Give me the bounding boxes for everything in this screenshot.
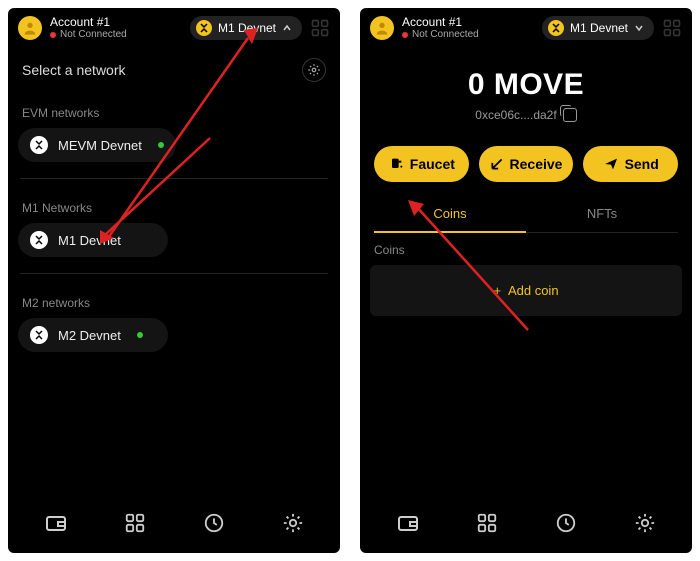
network-item-mevm-devnet[interactable]: MEVM Devnet bbox=[18, 128, 176, 162]
network-item-label: M1 Devnet bbox=[58, 233, 121, 248]
group-label-evm: EVM networks bbox=[8, 92, 340, 128]
receive-button[interactable]: Receive bbox=[479, 146, 574, 182]
screen-network-selector: Account #1 Not Connected M1 Devnet Selec… bbox=[8, 8, 340, 553]
divider bbox=[20, 273, 328, 274]
bottom-nav bbox=[8, 495, 340, 553]
coins-section-label: Coins bbox=[360, 233, 692, 265]
chevron-up-icon bbox=[282, 23, 292, 33]
address-row: 0xce06c....da2f bbox=[360, 108, 692, 122]
account-status: Not Connected bbox=[50, 29, 127, 40]
wallet-icon bbox=[44, 511, 68, 535]
select-network-title: Select a network bbox=[22, 62, 126, 78]
asset-tabs: Coins NFTs bbox=[374, 196, 678, 233]
account-name: Account #1 bbox=[402, 16, 479, 29]
select-network-title-row: Select a network bbox=[8, 44, 340, 92]
address-text: 0xce06c....da2f bbox=[475, 108, 556, 122]
gear-icon bbox=[282, 512, 304, 534]
group-label-m1: M1 Networks bbox=[8, 187, 340, 223]
faucet-label: Faucet bbox=[410, 156, 455, 172]
status-text: Not Connected bbox=[412, 29, 479, 40]
send-label: Send bbox=[625, 156, 659, 172]
online-dot-icon bbox=[137, 332, 143, 338]
network-icon bbox=[548, 20, 564, 36]
account-status: Not Connected bbox=[402, 29, 479, 40]
balance: 0 MOVE bbox=[360, 68, 692, 102]
network-item-icon bbox=[30, 231, 48, 249]
screen-wallet-home: Account #1 Not Connected M1 Devnet 0 MOV… bbox=[360, 8, 692, 553]
send-icon bbox=[603, 156, 619, 172]
network-item-m2-devnet[interactable]: M2 Devnet bbox=[18, 318, 168, 352]
network-icon bbox=[196, 20, 212, 36]
network-dropdown-label: M1 Devnet bbox=[570, 21, 628, 35]
avatar[interactable] bbox=[370, 16, 394, 40]
apps-icon bbox=[124, 512, 146, 534]
clock-icon bbox=[555, 512, 577, 534]
faucet-icon bbox=[388, 156, 404, 172]
network-item-icon bbox=[30, 136, 48, 154]
nav-apps[interactable] bbox=[473, 509, 501, 537]
nav-apps[interactable] bbox=[121, 509, 149, 537]
add-coin-button[interactable]: + Add coin bbox=[370, 265, 682, 316]
status-text: Not Connected bbox=[60, 29, 127, 40]
receive-label: Receive bbox=[510, 156, 563, 172]
network-dropdown[interactable]: M1 Devnet bbox=[542, 16, 654, 40]
network-item-label: MEVM Devnet bbox=[58, 138, 142, 153]
network-dropdown-label: M1 Devnet bbox=[218, 21, 276, 35]
account-block: Account #1 Not Connected bbox=[402, 16, 479, 40]
apps-icon[interactable] bbox=[662, 18, 682, 38]
status-dot-icon bbox=[50, 32, 56, 38]
header: Account #1 Not Connected M1 Devnet bbox=[8, 8, 340, 44]
group-label-m2: M2 networks bbox=[8, 282, 340, 318]
nav-settings[interactable] bbox=[631, 509, 659, 537]
tab-nfts[interactable]: NFTs bbox=[526, 196, 678, 232]
nav-wallet[interactable] bbox=[42, 509, 70, 537]
nav-settings[interactable] bbox=[279, 509, 307, 537]
apps-icon[interactable] bbox=[310, 18, 330, 38]
chevron-down-icon bbox=[634, 23, 644, 33]
wallet-icon bbox=[396, 511, 420, 535]
network-settings-button[interactable] bbox=[302, 58, 326, 82]
network-item-icon bbox=[30, 326, 48, 344]
account-block: Account #1 Not Connected bbox=[50, 16, 127, 40]
add-coin-label: Add coin bbox=[508, 283, 559, 298]
receive-icon bbox=[490, 157, 504, 171]
nav-wallet[interactable] bbox=[394, 509, 422, 537]
header: Account #1 Not Connected M1 Devnet bbox=[360, 8, 692, 44]
nav-activity[interactable] bbox=[552, 509, 580, 537]
copy-icon[interactable] bbox=[563, 108, 577, 122]
tab-coins[interactable]: Coins bbox=[374, 196, 526, 233]
network-item-m1-devnet[interactable]: M1 Devnet bbox=[18, 223, 168, 257]
avatar[interactable] bbox=[18, 16, 42, 40]
apps-icon bbox=[476, 512, 498, 534]
divider bbox=[20, 178, 328, 179]
faucet-button[interactable]: Faucet bbox=[374, 146, 469, 182]
status-dot-icon bbox=[402, 32, 408, 38]
send-button[interactable]: Send bbox=[583, 146, 678, 182]
plus-icon: + bbox=[493, 283, 501, 298]
action-row: Faucet Receive Send bbox=[360, 130, 692, 192]
gear-icon bbox=[634, 512, 656, 534]
online-dot-icon bbox=[158, 142, 164, 148]
nav-activity[interactable] bbox=[200, 509, 228, 537]
network-dropdown[interactable]: M1 Devnet bbox=[190, 16, 302, 40]
bottom-nav bbox=[360, 495, 692, 553]
network-item-label: M2 Devnet bbox=[58, 328, 121, 343]
gear-icon bbox=[307, 63, 321, 77]
balance-area: 0 MOVE 0xce06c....da2f bbox=[360, 44, 692, 130]
clock-icon bbox=[203, 512, 225, 534]
account-name: Account #1 bbox=[50, 16, 127, 29]
